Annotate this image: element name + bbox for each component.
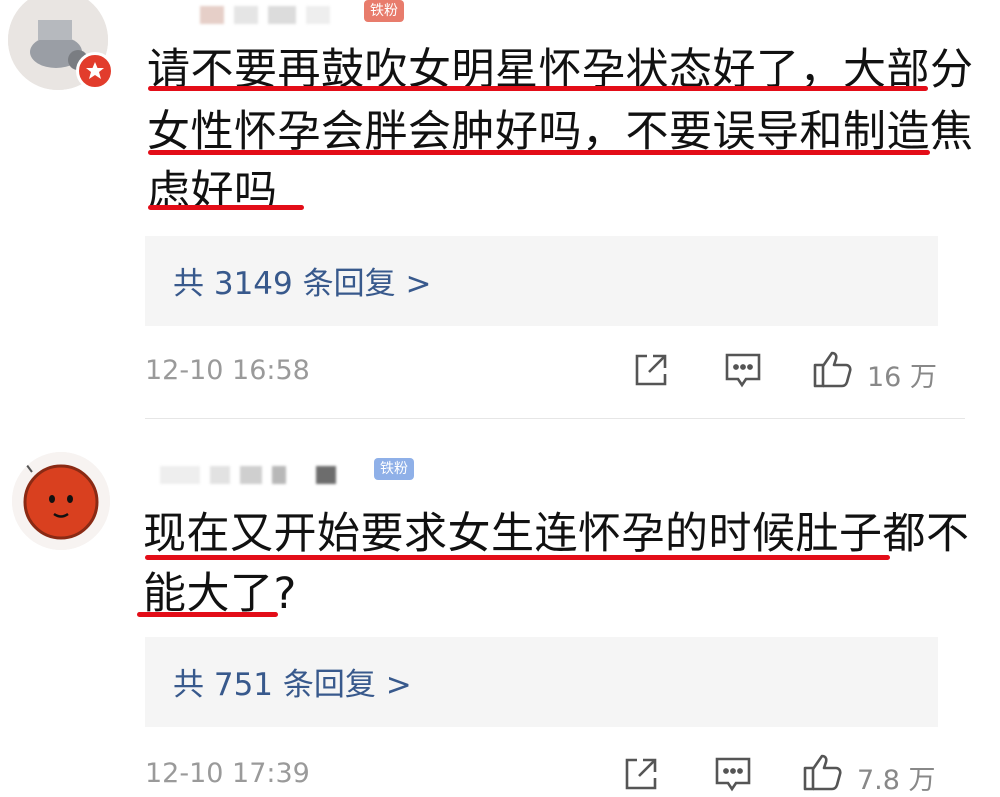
like-count: 16 万 [867,362,937,393]
username-blurred[interactable] [200,6,330,24]
comment-text-line-1: 现在又开始要求女生连怀孕的时候肚子都不 [143,509,970,559]
like-icon[interactable] [812,349,854,393]
view-replies-link[interactable]: 共 751 条回复 > [173,659,412,704]
replies-box[interactable]: 共 751 条回复 > [145,637,938,727]
highlight-underline [148,86,928,91]
verified-badge-icon [76,52,114,90]
timestamp: 12-10 16:58 [145,355,310,386]
view-replies-link[interactable]: 共 3149 条回复 > [173,258,431,303]
highlight-underline [145,555,890,560]
username-blurred[interactable] [160,466,336,484]
comment-text-line-3: 虑好吗 [147,167,278,217]
share-icon[interactable] [623,756,659,796]
fan-badge: 铁粉 [374,458,414,480]
comment-icon[interactable] [724,352,762,392]
like-count: 7.8 万 [857,765,936,796]
highlight-underline [148,150,930,155]
replies-box[interactable]: 共 3149 条回复 > [145,236,938,326]
like-icon[interactable] [802,752,844,796]
comment-icon[interactable] [714,756,752,796]
fan-badge: 铁粉 [364,0,404,22]
share-icon[interactable] [633,352,669,392]
highlight-underline [137,612,278,617]
avatar[interactable] [12,452,110,550]
comment-divider [145,418,965,419]
highlight-underline [148,205,304,210]
timestamp: 12-10 17:39 [145,758,310,789]
